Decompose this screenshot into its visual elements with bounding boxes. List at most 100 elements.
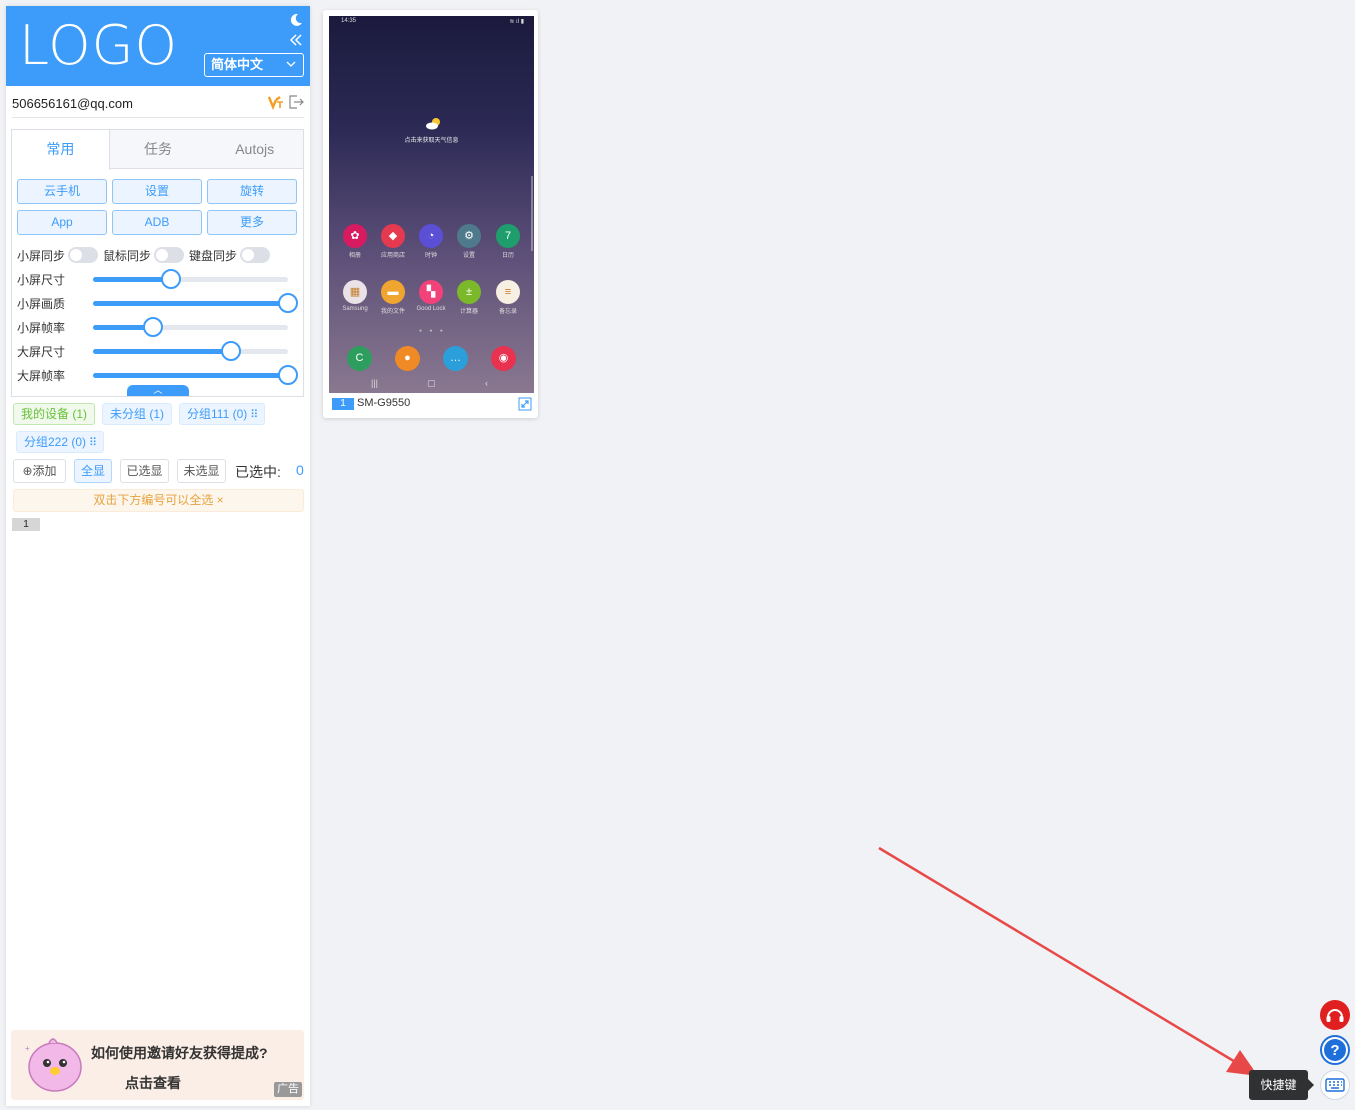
slider-small-fps: 小屏帧率 bbox=[17, 315, 297, 339]
app-icon[interactable]: ± 计算器 bbox=[454, 280, 484, 315]
back-icon[interactable]: ‹ bbox=[485, 378, 488, 388]
contacts-icon[interactable]: ● bbox=[395, 346, 420, 371]
app-name: Samsung bbox=[342, 306, 368, 312]
hint-alert: 双击下方编号可以全选 × bbox=[13, 489, 304, 512]
slider-label: 大屏尺寸 bbox=[17, 345, 66, 359]
show-unselected-button[interactable]: 未选显 bbox=[177, 459, 226, 483]
app-icon[interactable]: ⚙ 设置 bbox=[454, 224, 484, 259]
app-icon[interactable]: ◆ 应用商店 bbox=[378, 224, 408, 259]
small-screen-sync-toggle[interactable] bbox=[68, 247, 99, 263]
slider-thumb[interactable] bbox=[278, 365, 298, 385]
app-glyph-icon: ▬ bbox=[381, 280, 405, 304]
slider-track[interactable] bbox=[93, 317, 288, 337]
group-111[interactable]: 分组111 (0) ⠿ bbox=[179, 403, 266, 425]
language-select[interactable]: 简体中文 bbox=[204, 53, 304, 77]
messages-icon[interactable]: … bbox=[443, 346, 468, 371]
slider-track[interactable] bbox=[93, 341, 288, 361]
app-icon[interactable]: ▬ 我的文件 bbox=[378, 280, 408, 315]
fold-panel-handle[interactable]: ︿ bbox=[127, 385, 189, 396]
tab-common[interactable]: 常用 bbox=[12, 130, 110, 170]
device-card[interactable]: 14:35 ≋ ıl ▮ 点击来获取天气信息 ✿ 相册 ◆ 应用商店 ◔ 时钟 ⚙ 设置 7 日历… bbox=[323, 10, 538, 418]
keyboard-sync-toggle[interactable] bbox=[240, 247, 271, 263]
close-icon[interactable]: × bbox=[217, 493, 224, 507]
tab-tasks[interactable]: 任务 bbox=[110, 130, 207, 168]
group-label: 未分组 (1) bbox=[110, 407, 165, 421]
customer-support-button[interactable] bbox=[1320, 1000, 1350, 1030]
drag-handle-icon[interactable]: ⠿ bbox=[250, 409, 258, 421]
app-icon[interactable]: ◔ 时钟 bbox=[416, 224, 446, 259]
device-index[interactable]: 1 bbox=[332, 398, 354, 410]
expand-icon[interactable] bbox=[518, 397, 532, 411]
slider-thumb[interactable] bbox=[161, 269, 181, 289]
settings-button[interactable]: 设置 bbox=[112, 179, 202, 204]
moon-icon[interactable] bbox=[288, 12, 304, 28]
app-icon[interactable]: ▚ Good Lock bbox=[416, 280, 446, 312]
device-number-chip[interactable]: 1 bbox=[12, 518, 40, 531]
home-icon[interactable]: ▢ bbox=[427, 378, 436, 389]
slider-track[interactable] bbox=[93, 293, 298, 313]
app-name: Good Lock bbox=[416, 306, 446, 312]
camera-icon[interactable]: ◉ bbox=[491, 346, 516, 371]
slider-track[interactable] bbox=[93, 269, 288, 289]
phone-icon[interactable]: C bbox=[347, 346, 372, 371]
app-icon[interactable]: ✿ 相册 bbox=[340, 224, 370, 259]
keyboard-icon bbox=[1325, 1078, 1345, 1092]
cloud-phone-button[interactable]: 云手机 bbox=[17, 179, 107, 204]
app-glyph-icon: ◔ bbox=[419, 224, 443, 248]
slider-label: 小屏帧率 bbox=[17, 321, 66, 335]
slider-thumb[interactable] bbox=[143, 317, 164, 337]
app-button[interactable]: App bbox=[17, 210, 107, 235]
question-icon: ? bbox=[1324, 1039, 1346, 1061]
app-glyph-icon: ⚙ bbox=[457, 224, 481, 248]
edge-panel-handle[interactable] bbox=[531, 176, 533, 251]
quick-buttons: 云手机 设置 旋转 App ADB 更多 bbox=[17, 179, 298, 235]
ad-badge: 广告 bbox=[274, 1082, 302, 1097]
show-selected-button[interactable]: 已选显 bbox=[120, 459, 169, 483]
double-chevron-left-icon[interactable] bbox=[288, 32, 304, 48]
app-icon[interactable]: ≡ 备忘录 bbox=[493, 280, 523, 315]
group-my-devices[interactable]: 我的设备 (1) bbox=[13, 403, 96, 425]
control-panel: 常用 任务 Autojs 云手机 设置 旋转 App ADB 更多 小屏同步 鼠… bbox=[11, 129, 304, 397]
slider-track[interactable] bbox=[93, 365, 298, 385]
logout-icon[interactable] bbox=[288, 94, 304, 110]
weather-text: 点击来获取天气信息 bbox=[404, 138, 459, 144]
tab-bar: 常用 任务 Autojs bbox=[12, 130, 303, 170]
group-222[interactable]: 分组222 (0) ⠿ bbox=[16, 431, 105, 453]
slider-large-size: 大屏尺寸 bbox=[17, 339, 297, 363]
status-icons: ≋ ıl ▮ bbox=[509, 19, 524, 25]
slider-thumb[interactable] bbox=[278, 293, 298, 313]
tab-autojs[interactable]: Autojs bbox=[206, 130, 303, 168]
keyboard-sync-label: 键盘同步 bbox=[189, 248, 238, 263]
add-button[interactable]: ⊕添加 bbox=[13, 459, 66, 483]
vip-icon[interactable] bbox=[268, 94, 284, 110]
group-ungrouped[interactable]: 未分组 (1) bbox=[102, 403, 173, 425]
mouse-sync-label: 鼠标同步 bbox=[103, 248, 152, 263]
app-icon[interactable]: 7 日历 bbox=[493, 224, 523, 259]
add-label: 添加 bbox=[32, 464, 57, 478]
app-glyph-icon: 7 bbox=[496, 224, 520, 248]
slider-large-fps: 大屏帧率 bbox=[17, 363, 298, 387]
recents-icon[interactable]: ||| bbox=[371, 378, 378, 388]
slider-thumb[interactable] bbox=[221, 341, 242, 361]
group-label: 分组111 (0) bbox=[187, 407, 248, 421]
action-row: ⊕添加 全显 已选显 未选显 已选中: 0 bbox=[13, 459, 307, 483]
more-button[interactable]: 更多 bbox=[207, 210, 297, 235]
app-icon[interactable]: ▦ Samsung bbox=[340, 280, 370, 312]
mouse-sync-toggle[interactable] bbox=[154, 247, 185, 263]
show-all-button[interactable]: 全显 bbox=[74, 459, 112, 483]
sync-row: 小屏同步 鼠标同步 键盘同步 bbox=[17, 245, 275, 265]
adb-button[interactable]: ADB bbox=[112, 210, 202, 235]
ad-banner[interactable]: + 如何使用邀请好友获得提成? 点击查看 广告 bbox=[11, 1030, 304, 1100]
keyboard-shortcut-button[interactable] bbox=[1320, 1070, 1350, 1100]
ad-cta[interactable]: 点击查看 bbox=[125, 1073, 181, 1093]
help-button[interactable]: ? bbox=[1320, 1035, 1350, 1065]
user-row: 506656161@qq.com bbox=[12, 94, 304, 118]
sidebar: LOGO 简体中文 506656161@qq.com 常用 任务 Autojs bbox=[6, 6, 310, 1106]
status-time: 14:35 bbox=[341, 18, 357, 24]
rotate-button[interactable]: 旋转 bbox=[207, 179, 297, 204]
headset-icon bbox=[1326, 1009, 1344, 1022]
drag-handle-icon[interactable]: ⠿ bbox=[89, 437, 97, 449]
slider-fill bbox=[93, 373, 288, 378]
device-screen[interactable]: 14:35 ≋ ıl ▮ 点击来获取天气信息 ✿ 相册 ◆ 应用商店 ◔ 时钟 ⚙ 设置 7 日历… bbox=[329, 16, 534, 393]
page-indicator: ● ● ● bbox=[419, 328, 446, 334]
